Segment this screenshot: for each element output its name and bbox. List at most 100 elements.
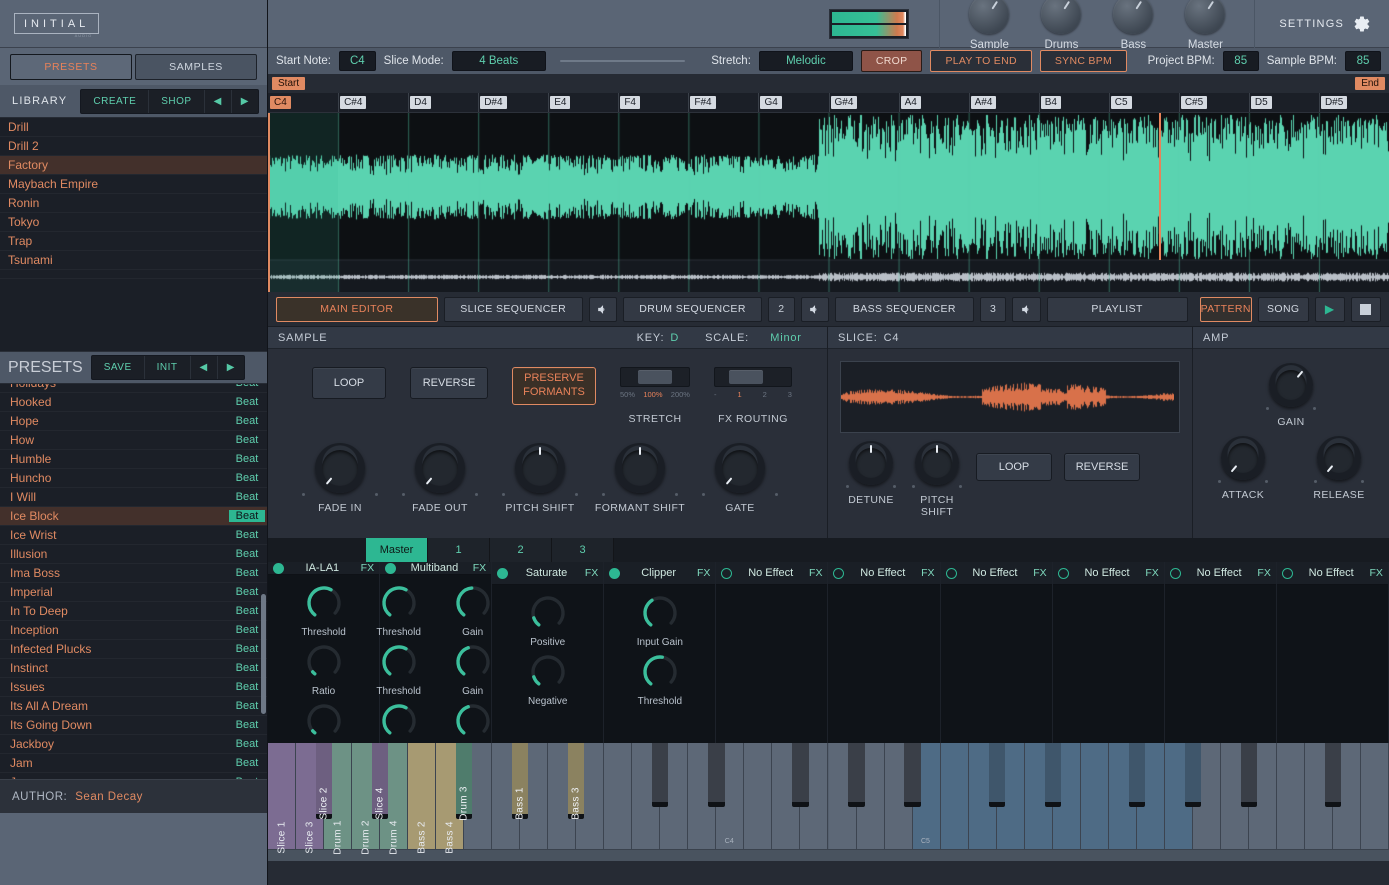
knob-ring[interactable] <box>306 585 342 621</box>
fx-slot-name[interactable]: Multiband <box>401 562 468 574</box>
piano-black-key[interactable] <box>1185 743 1201 807</box>
preset-row[interactable]: Ice BlockBeat <box>0 507 267 526</box>
fx-power-icon[interactable] <box>273 563 284 574</box>
library-item[interactable]: Maybach Empire <box>0 175 267 194</box>
fx-power-icon[interactable] <box>1058 568 1069 579</box>
fx-edit-button[interactable]: FX <box>473 562 486 574</box>
knob-dial[interactable] <box>915 441 959 485</box>
note-marker[interactable]: A4 <box>901 96 921 109</box>
presets-next-icon[interactable]: ▶ <box>218 356 244 379</box>
fx-power-icon[interactable] <box>946 568 957 579</box>
preset-row[interactable]: ImperialBeat <box>0 583 267 602</box>
preset-row[interactable]: Its All A DreamBeat <box>0 697 267 716</box>
slice-mode-value[interactable]: 4 Beats <box>452 51 546 71</box>
piano-white-key[interactable] <box>1277 743 1305 849</box>
knob-pitch-shift[interactable]: PITCH SHIFT <box>904 441 970 518</box>
tab-drum-sequencer[interactable]: DRUM SEQUENCER <box>623 297 762 322</box>
knob-ring[interactable] <box>381 585 417 621</box>
knob-ring[interactable] <box>530 654 566 690</box>
fx-slot-name[interactable]: IA-LA1 <box>289 562 356 574</box>
tab-presets[interactable]: PRESETS <box>10 54 132 80</box>
fx-power-icon[interactable] <box>1170 568 1181 579</box>
tab-song[interactable]: SONG <box>1258 297 1309 322</box>
fx-edit-button[interactable]: FX <box>361 562 374 574</box>
slice-slider[interactable] <box>560 60 685 62</box>
presets-scrollbar[interactable] <box>261 594 266 714</box>
slice-loop-button[interactable]: LOOP <box>976 453 1052 481</box>
knob-formant-shift[interactable]: FORMANT SHIFT <box>590 443 690 514</box>
preset-row[interactable]: Ima BossBeat <box>0 564 267 583</box>
fx-knob-threshold[interactable]: Threshold <box>629 654 691 707</box>
knob-ring[interactable] <box>530 595 566 631</box>
slice-waveform[interactable] <box>840 361 1180 433</box>
knob-dial[interactable] <box>1041 0 1081 34</box>
play-to-end-button[interactable]: PLAY TO END <box>930 50 1031 72</box>
knob-ring[interactable] <box>455 703 491 739</box>
knob-dial[interactable] <box>1221 436 1265 480</box>
preset-row[interactable]: HumbleBeat <box>0 450 267 469</box>
fx-edit-button[interactable]: FX <box>1370 567 1383 579</box>
preset-row[interactable]: Ice WristBeat <box>0 526 267 545</box>
preset-row[interactable]: HunchoBeat <box>0 469 267 488</box>
sample-loop-button[interactable]: LOOP <box>312 367 386 399</box>
tab-playlist[interactable]: PLAYLIST <box>1047 297 1188 322</box>
fx-edit-button[interactable]: FX <box>809 567 822 579</box>
note-marker[interactable]: C#4 <box>340 96 366 109</box>
knob-dial[interactable] <box>1317 436 1361 480</box>
key-value[interactable]: D <box>670 332 679 344</box>
presets-list[interactable]: HolidaysBeatHookedBeatHopeBeatHowBeatHum… <box>0 384 267 779</box>
piano-white-key[interactable] <box>744 743 772 849</box>
fx-knob-negative[interactable]: Negative <box>517 654 579 707</box>
knob-detune[interactable]: DETUNE <box>838 441 904 518</box>
preset-row[interactable]: JackboyBeat <box>0 735 267 754</box>
knob-ring[interactable] <box>642 654 678 690</box>
fx-knob-threshold[interactable]: Threshold <box>368 644 430 697</box>
preset-row[interactable]: InceptionBeat <box>0 621 267 640</box>
piano-black-key[interactable] <box>1129 743 1145 807</box>
piano-black-key[interactable] <box>652 743 668 807</box>
knob-dial[interactable] <box>615 443 665 493</box>
fx-edit-button[interactable]: FX <box>921 567 934 579</box>
piano-white-key[interactable] <box>941 743 969 849</box>
knob-ring[interactable] <box>381 703 417 739</box>
presets-prev-icon[interactable]: ◀ <box>191 356 218 379</box>
piano-white-key[interactable] <box>604 743 632 849</box>
library-item[interactable]: Trap <box>0 232 267 251</box>
shop-button[interactable]: SHOP <box>149 90 204 113</box>
fx-power-icon[interactable] <box>385 563 396 574</box>
fx-knob-input-gain[interactable]: Input Gain <box>629 595 691 648</box>
note-marker[interactable]: G4 <box>760 96 781 109</box>
note-marker[interactable]: D5 <box>1251 96 1272 109</box>
piano-black-key[interactable] <box>1241 743 1257 807</box>
preset-row[interactable]: Its Going DownBeat <box>0 716 267 735</box>
piano-black-key[interactable] <box>708 743 724 807</box>
preset-row[interactable]: IssuesBeat <box>0 678 267 697</box>
piano-white-key[interactable] <box>1361 743 1389 849</box>
note-marker[interactable]: C4 <box>270 96 291 109</box>
waveform-canvas-wrap[interactable] <box>268 113 1389 292</box>
fx-edit-button[interactable]: FX <box>1257 567 1270 579</box>
waveform-display[interactable] <box>268 113 1389 292</box>
library-item[interactable]: Factory <box>0 156 267 175</box>
knob-dial[interactable] <box>849 441 893 485</box>
fx-slot-name[interactable]: No Effect <box>1186 567 1253 579</box>
fx-slot-name[interactable]: No Effect <box>737 567 804 579</box>
preset-row[interactable]: IllusionBeat <box>0 545 267 564</box>
fx-edit-button[interactable]: FX <box>697 567 710 579</box>
library-item[interactable]: Tokyo <box>0 213 267 232</box>
init-button[interactable]: INIT <box>145 356 191 379</box>
drum-speaker-icon[interactable] <box>801 297 829 322</box>
piano-black-key[interactable] <box>904 743 920 807</box>
mixer-knob-bass[interactable]: Bass <box>1106 0 1160 53</box>
save-button[interactable]: SAVE <box>92 356 145 379</box>
knob-ring[interactable] <box>306 644 342 680</box>
library-prev-icon[interactable]: ◀ <box>205 90 232 113</box>
fx-knob-threshold[interactable]: Threshold <box>293 585 355 638</box>
library-item[interactable]: Tsunami <box>0 251 267 270</box>
knob-dial[interactable] <box>515 443 565 493</box>
knob-dial[interactable] <box>969 0 1009 34</box>
piano-black-key[interactable] <box>1325 743 1341 807</box>
preset-row[interactable]: JapanBeat <box>0 773 267 779</box>
preset-row[interactable]: HookedBeat <box>0 393 267 412</box>
preset-row[interactable]: I WillBeat <box>0 488 267 507</box>
